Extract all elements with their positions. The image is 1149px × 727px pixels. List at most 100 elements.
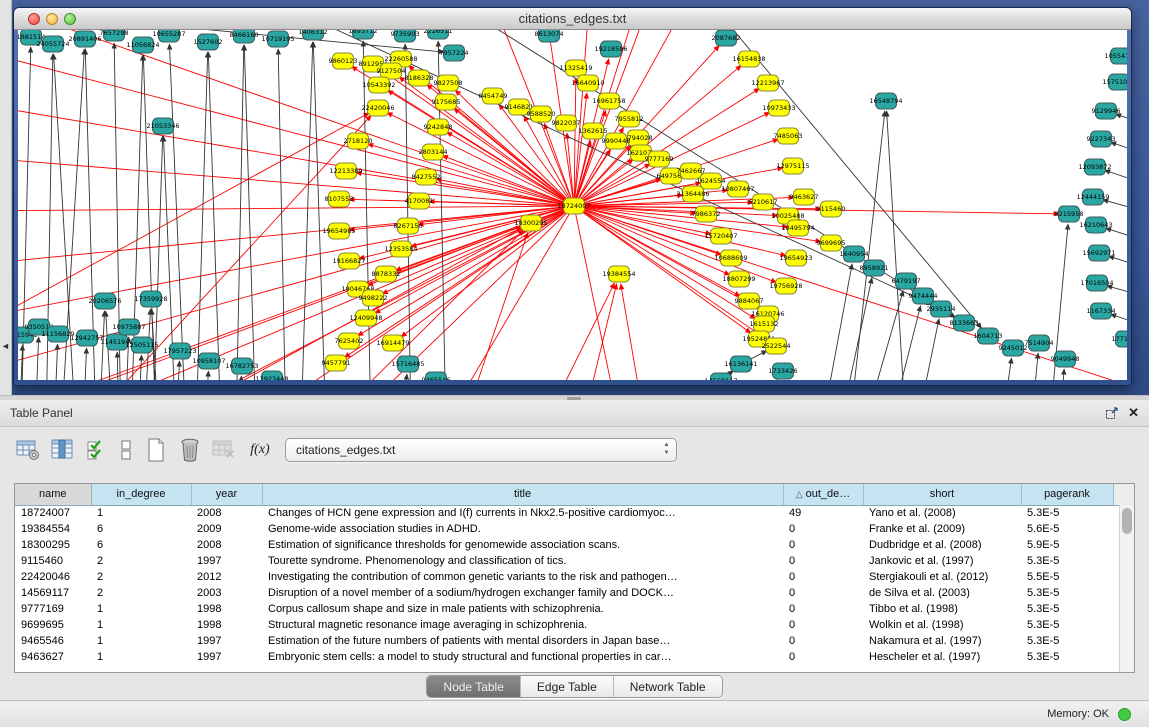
network-node[interactable]: 21053346 (146, 118, 179, 134)
network-node[interactable]: 15692971 (1082, 245, 1115, 261)
network-node[interactable]: 12213967 (751, 75, 784, 91)
network-node[interactable]: 2226511 (424, 30, 453, 39)
network-node[interactable]: 8107553 (325, 191, 354, 207)
network-node[interactable]: 19218596 (594, 41, 627, 57)
network-node[interactable]: 9245012 (999, 340, 1028, 356)
network-node[interactable]: 9049948 (1051, 351, 1080, 367)
network-node[interactable]: 2803144 (419, 144, 448, 160)
network-node[interactable]: 8427552 (412, 169, 441, 185)
network-node[interactable]: 9699695 (817, 235, 846, 251)
network-node[interactable]: 20206576 (88, 293, 121, 309)
table-row[interactable]: 1830029562008Estimation of significance … (15, 537, 1135, 553)
network-node[interactable]: 9242848 (424, 119, 453, 135)
tab-edge-table[interactable]: Edge Table (520, 676, 613, 697)
network-node[interactable]: 19756928 (769, 278, 802, 294)
network-node[interactable]: 9827508 (434, 75, 463, 91)
network-node[interactable]: 9498222 (359, 290, 388, 306)
column-header-name[interactable]: name (15, 484, 91, 505)
table-selector-dropdown[interactable]: citations_edges.txt (285, 438, 677, 462)
network-node[interactable]: 9129946 (1092, 103, 1121, 119)
network-node[interactable]: 1615132 (750, 316, 779, 332)
network-node[interactable]: 15720407 (704, 228, 737, 244)
table-row[interactable]: 1938455462009Genome-wide association stu… (15, 521, 1135, 537)
zoom-button[interactable] (64, 13, 76, 25)
float-panel-icon[interactable] (1105, 407, 1118, 420)
network-node[interactable]: 9463627 (790, 189, 819, 205)
network-node[interactable]: 9884067 (735, 293, 764, 309)
new-table-icon[interactable] (142, 436, 170, 464)
network-node[interactable]: 20891406 (68, 31, 101, 47)
tab-node-table[interactable]: Node Table (427, 676, 520, 697)
column-header-pagerank[interactable]: pagerank (1021, 484, 1113, 505)
table-scrollbar-thumb[interactable] (1122, 508, 1132, 534)
network-node[interactable]: 1167334 (1087, 303, 1116, 319)
network-node[interactable]: 1640954 (840, 246, 869, 262)
network-node[interactable]: 9457791 (322, 355, 351, 371)
table-row[interactable]: 1456911722003Disruption of a novel membe… (15, 585, 1135, 601)
network-node[interactable]: 8613074 (535, 30, 564, 42)
network-node[interactable]: 8454749 (479, 88, 508, 104)
network-node[interactable]: 7955812 (615, 111, 644, 127)
network-node[interactable]: 2718120 (344, 133, 373, 149)
network-node[interactable]: 8958921 (860, 260, 889, 276)
network-node[interactable]: 7625402 (335, 333, 364, 349)
dropdown-stepper-icon[interactable]: ▲▼ (661, 441, 672, 459)
table-settings-icon[interactable] (14, 436, 42, 464)
column-header-title[interactable]: title (262, 484, 783, 505)
network-node[interactable]: 17016504 (1080, 275, 1113, 291)
network-node[interactable]: 6210617 (749, 194, 778, 210)
network-node[interactable]: 19384554 (602, 266, 635, 282)
network-canvas[interactable]: 1872400718300295193845549860123891295422… (18, 30, 1127, 380)
network-node[interactable]: 1733426 (769, 363, 798, 379)
network-node[interactable]: 9227343 (1087, 131, 1116, 147)
network-node[interactable]: 16210643 (1079, 217, 1112, 233)
table-scrollbar[interactable] (1119, 505, 1134, 672)
network-node[interactable]: 15716485 (391, 356, 424, 372)
network-node[interactable]: 9735903 (391, 30, 420, 42)
network-node[interactable]: 10688609 (714, 250, 747, 266)
column-header-year[interactable]: year (191, 484, 262, 505)
network-node[interactable]: 7485063 (774, 128, 803, 144)
column-header-in_degree[interactable]: in_degree (91, 484, 191, 505)
network-node[interactable]: 9115460 (817, 201, 846, 217)
network-node[interactable]: 2087682 (712, 30, 741, 46)
network-node[interactable]: 8186328 (405, 70, 434, 86)
network-node[interactable]: 4170081 (405, 193, 434, 209)
network-node[interactable]: 16154838 (732, 51, 765, 67)
column-header-short[interactable]: short (863, 484, 1021, 505)
function-builder-icon[interactable]: f(x) (246, 436, 274, 464)
table-row[interactable]: 969969511998Structural magnetic resonanc… (15, 617, 1135, 633)
network-node[interactable]: 1771085 (1112, 331, 1127, 347)
table-row[interactable]: 946554611997Estimation of the future num… (15, 633, 1135, 649)
table-row[interactable]: 946362711997Embryonic stem cells: a mode… (15, 649, 1135, 665)
select-column-icon[interactable] (48, 436, 76, 464)
network-node[interactable]: 9465546 (422, 372, 451, 380)
network-node[interactable]: 14569117 (704, 373, 737, 380)
network-node[interactable]: 6479197 (892, 273, 921, 289)
window-titlebar[interactable]: citations_edges.txt (14, 8, 1131, 30)
network-node[interactable]: 19654985 (322, 223, 355, 239)
network-node[interactable]: 2935114 (927, 301, 956, 317)
network-node[interactable]: 10719195 (261, 31, 294, 47)
network-node[interactable]: 12923448 (255, 371, 288, 380)
network-node[interactable]: 12444159 (1076, 189, 1109, 205)
network-node[interactable]: 16640910 (571, 75, 604, 91)
network-node[interactable]: 12353584 (384, 241, 417, 257)
network-node[interactable]: 11325419 (559, 60, 592, 76)
network-node[interactable]: 12975115 (776, 158, 809, 174)
network-node[interactable]: 8267150 (394, 218, 423, 234)
column-header-out_degree[interactable]: △out_de… (783, 484, 863, 505)
network-node[interactable]: 10655287 (152, 30, 185, 42)
close-button[interactable] (28, 13, 40, 25)
network-node[interactable]: 19654923 (779, 250, 812, 266)
network-node[interactable]: 2522544 (762, 338, 791, 354)
network-node[interactable]: 8878332 (372, 266, 401, 282)
table-row[interactable]: 911546021997Tourette syndrome. Phenomeno… (15, 553, 1135, 569)
network-node[interactable]: 7986372 (692, 206, 721, 222)
network-node[interactable]: 10807467 (721, 181, 754, 197)
close-panel-icon[interactable]: ✕ (1128, 406, 1139, 420)
select-all-checks-icon[interactable] (82, 436, 110, 464)
network-node[interactable]: 8133663 (950, 315, 979, 331)
row-height-icon[interactable] (112, 436, 140, 464)
network-node[interactable]: 9860123 (329, 53, 358, 69)
